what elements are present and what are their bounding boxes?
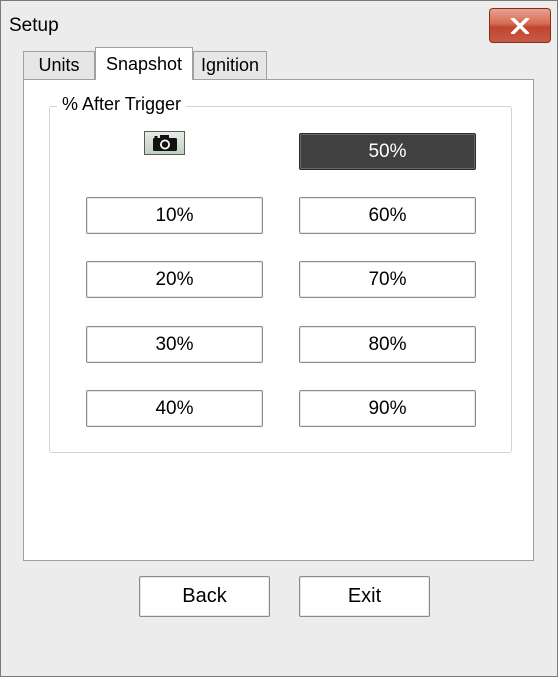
tab-label: Ignition — [200, 55, 260, 75]
percent-button-50[interactable]: 50% — [299, 133, 476, 170]
close-button[interactable] — [489, 8, 551, 43]
button-label: 80% — [368, 333, 407, 355]
snapshot-tab-panel: % After Trigger 50% 10% 60% 20% 70% 30% … — [23, 79, 534, 561]
percent-button-60[interactable]: 60% — [299, 197, 476, 234]
tab-units[interactable]: Units — [23, 51, 95, 79]
camera-icon[interactable] — [144, 131, 185, 155]
button-label: 70% — [368, 268, 407, 290]
button-label: Back — [182, 585, 227, 607]
button-label: 30% — [155, 333, 194, 355]
tab-snapshot[interactable]: Snapshot — [95, 47, 193, 80]
percent-button-30[interactable]: 30% — [86, 326, 263, 363]
button-label: 40% — [155, 397, 194, 419]
button-label: 20% — [155, 268, 194, 290]
exit-button[interactable]: Exit — [299, 576, 430, 617]
button-label: 50% — [368, 140, 407, 162]
percent-button-10[interactable]: 10% — [86, 197, 263, 234]
window-title: Setup — [9, 15, 59, 36]
back-button[interactable]: Back — [139, 576, 270, 617]
title-bar: Setup — [1, 1, 557, 49]
percent-button-70[interactable]: 70% — [299, 261, 476, 298]
percent-button-80[interactable]: 80% — [299, 326, 476, 363]
tab-label: Units — [38, 55, 80, 75]
percent-button-90[interactable]: 90% — [299, 390, 476, 427]
percent-button-40[interactable]: 40% — [86, 390, 263, 427]
button-label: 60% — [368, 204, 407, 226]
setup-window: Setup Units Snapshot Ignition % After Tr… — [0, 0, 558, 677]
percent-button-20[interactable]: 20% — [86, 261, 263, 298]
button-label: 10% — [155, 204, 194, 226]
tab-ignition[interactable]: Ignition — [193, 51, 267, 79]
group-label: % After Trigger — [57, 94, 187, 115]
tab-label: Snapshot — [105, 53, 183, 74]
button-label: 90% — [368, 397, 407, 419]
button-label: Exit — [347, 585, 382, 607]
close-icon — [510, 17, 530, 34]
